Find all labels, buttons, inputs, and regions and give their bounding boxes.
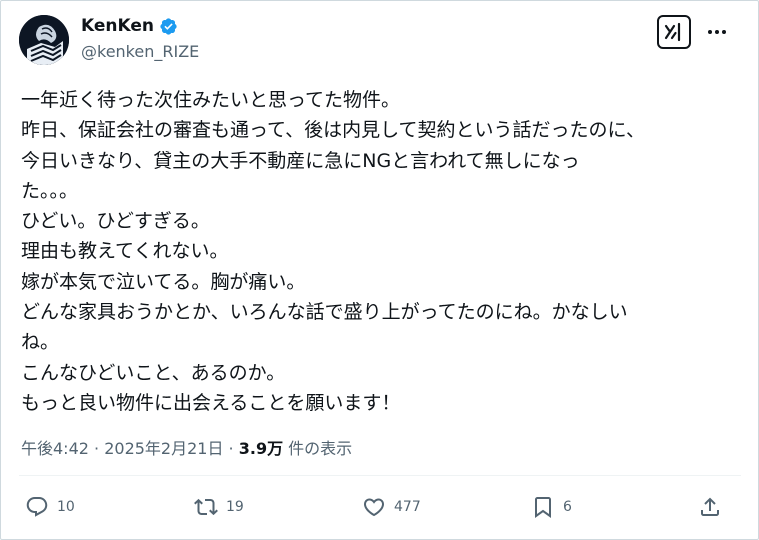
reply-icon [26, 497, 48, 517]
more-dot-icon [722, 30, 726, 34]
views-count: 3.9万 [238, 439, 284, 458]
tweet-text: 一年近く待った次住みたいと思ってた物件。 昨日、保証会社の審査も通って、後は内見… [21, 85, 721, 418]
reply-button[interactable]: 10 [25, 495, 75, 519]
views-label: 件の表示 [283, 439, 353, 458]
tweet-line: ひどい。ひどすぎる。 [21, 210, 210, 233]
author-name-row[interactable]: KenKen [81, 16, 178, 36]
meta-separator: · [88, 439, 105, 458]
like-count: 477 [394, 499, 421, 515]
share-icon [701, 497, 719, 516]
share-button[interactable] [698, 495, 722, 519]
tweet-line: ね。 [21, 331, 60, 354]
tweet-line: 理由も教えてくれない。 [21, 240, 229, 263]
tweet-line: どんな家具おうかとか、いろんな話で盛り上がってたのにね。かなしい [21, 301, 628, 324]
tweet-line: た。。。 [21, 179, 79, 202]
grok-button[interactable] [657, 15, 691, 49]
heart-icon [363, 498, 385, 517]
tweet-date[interactable]: 2025年2月21日 [104, 439, 223, 458]
verified-badge-icon [160, 17, 177, 35]
tweet-card: KenKen @kenken_RIZE 一年近く待った次住みたいと思ってた物件。… [0, 0, 759, 540]
meta-separator: · [223, 439, 239, 458]
tweet-time[interactable]: 午後4:42 [21, 439, 89, 458]
more-options-button[interactable] [704, 19, 730, 45]
tweet-line: 嫁が本気で泣いてる。胸が痛い。 [21, 270, 306, 293]
avatar[interactable] [19, 15, 69, 65]
more-dot-icon [715, 30, 719, 34]
tweet-line: もっと良い物件に出会えることを願います！ [21, 391, 401, 414]
avatar-image [19, 15, 69, 65]
bookmark-icon [535, 497, 551, 518]
tweet-line: こんなひどいこと、あるのか。 [21, 361, 286, 384]
retweet-icon [194, 498, 218, 516]
retweet-count: 19 [226, 499, 244, 515]
retweet-button[interactable]: 19 [194, 495, 244, 519]
divider [19, 475, 741, 476]
tweet-line: 一年近く待った次住みたいと思ってた物件。 [21, 89, 401, 111]
bookmark-button[interactable]: 6 [531, 495, 572, 519]
author-handle[interactable]: @kenken_RIZE [81, 42, 199, 61]
grok-icon [664, 22, 681, 42]
bookmark-count: 6 [563, 499, 572, 515]
reply-count: 10 [57, 499, 75, 515]
tweet-meta: 午後4:42 · 2025年2月21日 · 3.9万 件の表示 [21, 435, 352, 459]
like-button[interactable]: 477 [362, 495, 421, 519]
tweet-line: 今日いきなり、貸主の大手不動産に急にNGと言われて無しになっ [21, 149, 580, 172]
tweet-line: 昨日、保証会社の審査も通って、後は内見して契約という話だったのに、 [21, 119, 645, 142]
author-display-name[interactable]: KenKen [81, 16, 154, 36]
more-dot-icon [708, 30, 712, 34]
